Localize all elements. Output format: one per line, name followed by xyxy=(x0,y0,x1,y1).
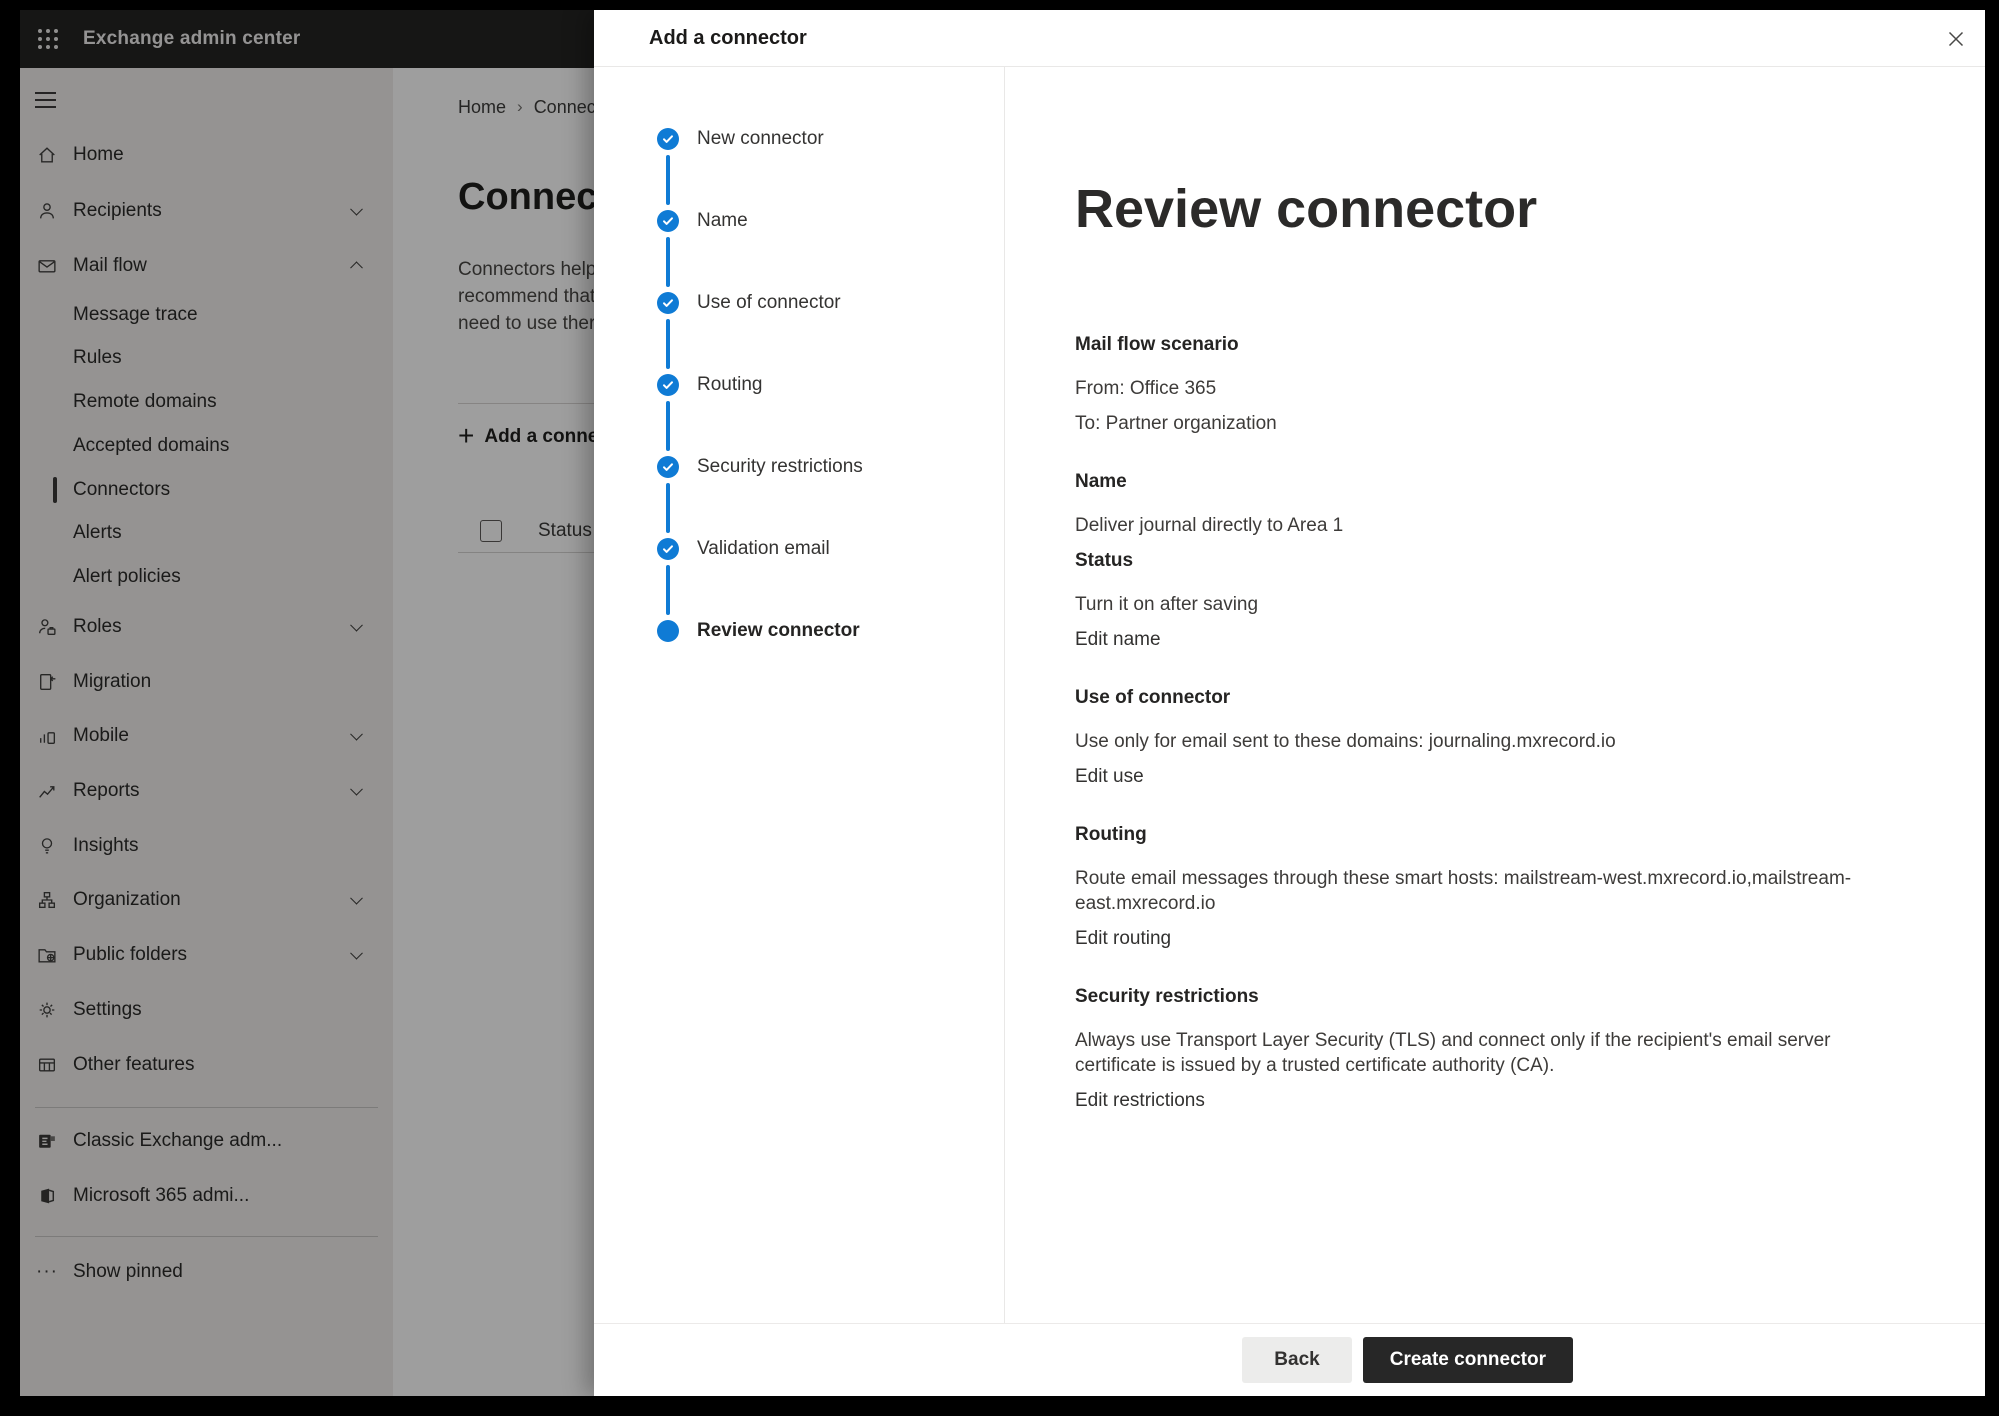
step-connector-line xyxy=(666,237,670,287)
section-use-of-connector: Use of connector Use only for email sent… xyxy=(1075,685,1865,789)
edit-name-link[interactable]: Edit name xyxy=(1075,627,1865,652)
modal-footer: Back Create connector xyxy=(594,1323,1985,1396)
step-validation-email[interactable]: Validation email xyxy=(594,529,1004,569)
routing-value: Route email messages through these smart… xyxy=(1075,866,1865,916)
modal-title: Add a connector xyxy=(649,10,807,67)
step-connector-line xyxy=(666,483,670,533)
step-routing[interactable]: Routing xyxy=(594,365,1004,405)
back-button[interactable]: Back xyxy=(1242,1337,1351,1383)
section-name: Name Deliver journal directly to Area 1 xyxy=(1075,469,1865,538)
edit-restrictions-link[interactable]: Edit restrictions xyxy=(1075,1088,1865,1113)
mail-flow-from: From: Office 365 xyxy=(1075,376,1865,401)
step-completed-icon xyxy=(657,538,679,560)
step-name[interactable]: Name xyxy=(594,201,1004,241)
close-button[interactable] xyxy=(1939,22,1973,56)
step-completed-icon xyxy=(657,210,679,232)
review-panel: Review connector Mail flow scenario From… xyxy=(1005,67,1985,1323)
modal-body: New connector Name Use of connector Rout… xyxy=(594,67,1985,1323)
step-completed-icon xyxy=(657,456,679,478)
step-connector-line xyxy=(666,401,670,451)
security-restrictions-value: Always use Transport Layer Security (TLS… xyxy=(1075,1028,1865,1078)
wizard-stepper: New connector Name Use of connector Rout… xyxy=(594,67,1005,1323)
step-security-restrictions[interactable]: Security restrictions xyxy=(594,447,1004,487)
step-completed-icon xyxy=(657,292,679,314)
section-routing: Routing Route email messages through the… xyxy=(1075,822,1865,951)
review-heading: Review connector xyxy=(1075,174,1945,244)
use-of-connector-value: Use only for email sent to these domains… xyxy=(1075,729,1865,754)
modal-header: Add a connector xyxy=(594,10,1985,67)
edit-use-link[interactable]: Edit use xyxy=(1075,764,1865,789)
status-value: Turn it on after saving xyxy=(1075,592,1865,617)
section-mail-flow-scenario: Mail flow scenario From: Office 365 To: … xyxy=(1075,332,1865,436)
create-connector-button[interactable]: Create connector xyxy=(1363,1337,1573,1383)
section-status: Status Turn it on after saving Edit name xyxy=(1075,548,1865,652)
step-active-icon xyxy=(657,620,679,642)
connector-name-value: Deliver journal directly to Area 1 xyxy=(1075,513,1865,538)
app-viewport: Exchange admin center Home Recipients Ma… xyxy=(20,10,1985,1396)
step-review-connector[interactable]: Review connector xyxy=(594,611,1004,651)
step-connector-line xyxy=(666,565,670,615)
close-icon xyxy=(1945,28,1967,50)
add-connector-modal: Add a connector New connector xyxy=(594,10,1985,1396)
mail-flow-to: To: Partner organization xyxy=(1075,411,1865,436)
edit-routing-link[interactable]: Edit routing xyxy=(1075,926,1865,951)
step-new-connector[interactable]: New connector xyxy=(594,119,1004,159)
section-security-restrictions: Security restrictions Always use Transpo… xyxy=(1075,984,1865,1113)
step-connector-line xyxy=(666,155,670,205)
step-completed-icon xyxy=(657,374,679,396)
step-connector-line xyxy=(666,319,670,369)
screenshot-frame: Exchange admin center Home Recipients Ma… xyxy=(0,0,1999,1416)
step-completed-icon xyxy=(657,128,679,150)
step-use-of-connector[interactable]: Use of connector xyxy=(594,283,1004,323)
